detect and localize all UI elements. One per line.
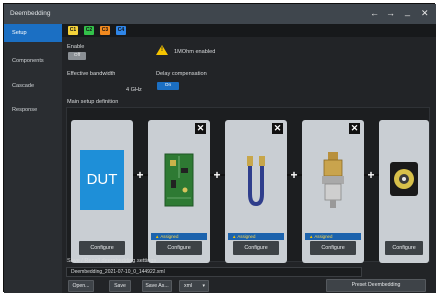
channel-tab-c1[interactable]: C1 (68, 26, 78, 35)
sidebar-item-cascade[interactable]: Cascade (4, 77, 62, 95)
close-icon[interactable]: ✕ (421, 8, 429, 18)
remove-stage-close-icon[interactable]: ✕ (349, 123, 360, 134)
delay-compensation-toggle[interactable]: On (157, 82, 179, 90)
plus-icon: + (213, 168, 221, 182)
back-arrow-icon[interactable]: ← (370, 8, 379, 18)
save-recall-label: Save / Recall deembedding settings (67, 258, 157, 264)
open-button[interactable]: Open... (68, 280, 94, 292)
channel-tab-c3[interactable]: C3 (100, 26, 110, 35)
enable-toggle[interactable]: Off (68, 52, 86, 60)
warning-icon: ! (156, 45, 168, 55)
chevron-down-icon: ▾ (202, 283, 205, 289)
channel-tab-c2[interactable]: C2 (84, 26, 94, 35)
assigned-text: Assigned (314, 234, 333, 239)
assigned-text: Assigned (160, 234, 179, 239)
assigned-badge: ▲ Assigned (151, 233, 207, 240)
configure-button-cable[interactable]: Configure (233, 241, 279, 255)
assigned-text: Assigned (237, 234, 256, 239)
enable-label: Enable (67, 44, 85, 50)
configure-button-fixture[interactable]: Configure (156, 241, 202, 255)
stage-adapter: ✕ ▲ Assigned Configure (302, 120, 364, 263)
stage-dut: DUT Configure (71, 120, 133, 263)
dut-box-icon: DUT (80, 150, 124, 210)
sidebar-item-response[interactable]: Response (4, 101, 62, 119)
remove-stage-close-icon[interactable]: ✕ (195, 123, 206, 134)
filename-field[interactable]: Deembedding_2021-07-10_0_144922.xml (66, 267, 362, 277)
stage-probe: Configure (379, 120, 429, 263)
cable-icon (234, 150, 278, 210)
channel-tab-bar: C1 C2 C3 C4 (62, 24, 436, 37)
deembedding-window: Deembedding ← → _ ✕ Setup Components Cas… (3, 3, 436, 293)
sidebar: Setup Components Cascade Response (4, 24, 62, 293)
stage-fixture: ✕ ▲ Assigned Configure (148, 120, 210, 263)
title-bar: Deembedding ← → _ ✕ (4, 4, 436, 24)
sidebar-item-components[interactable]: Components (4, 52, 62, 70)
window-title: Deembedding (10, 10, 51, 17)
bandwidth-value: 4 GHz (126, 87, 142, 93)
forward-arrow-icon[interactable]: → (386, 8, 395, 18)
connector-icon (311, 150, 355, 210)
channel-tab-c4[interactable]: C4 (116, 26, 126, 35)
assigned-badge: ▲ Assigned (305, 233, 361, 240)
probe-tip-icon (386, 150, 422, 210)
warning-text: 1MOhm enabled (174, 49, 216, 55)
remove-stage-close-icon[interactable]: ✕ (272, 123, 283, 134)
format-value: xml (184, 283, 193, 289)
delay-compensation-label: Delay compensation (156, 71, 207, 77)
save-as-button[interactable]: Save As... (142, 280, 172, 292)
configure-button-probe[interactable]: Configure (385, 241, 423, 255)
plus-icon: + (290, 168, 298, 182)
bandwidth-label: Effective bandwidth (67, 71, 116, 77)
setup-panel: C1 C2 C3 C4 Enable Off ! 1MOhm enabled E… (62, 24, 436, 293)
sidebar-item-setup[interactable]: Setup (4, 24, 62, 42)
stage-cable: ✕ ▲ Assigned Configure (225, 120, 287, 263)
configure-button-dut[interactable]: Configure (79, 241, 125, 255)
save-button[interactable]: Save (109, 280, 131, 292)
format-select[interactable]: xml ▾ (179, 280, 209, 292)
pcb-board-icon (157, 150, 201, 210)
main-setup-label: Main setup definition (67, 99, 119, 105)
configure-button-adapter[interactable]: Configure (310, 241, 356, 255)
plus-icon: + (367, 168, 375, 182)
minimize-icon[interactable]: _ (405, 6, 410, 16)
assigned-badge: ▲ Assigned (228, 233, 284, 240)
preset-deembedding-button[interactable]: Preset Deembedding (326, 279, 426, 292)
plus-icon: + (136, 168, 144, 182)
